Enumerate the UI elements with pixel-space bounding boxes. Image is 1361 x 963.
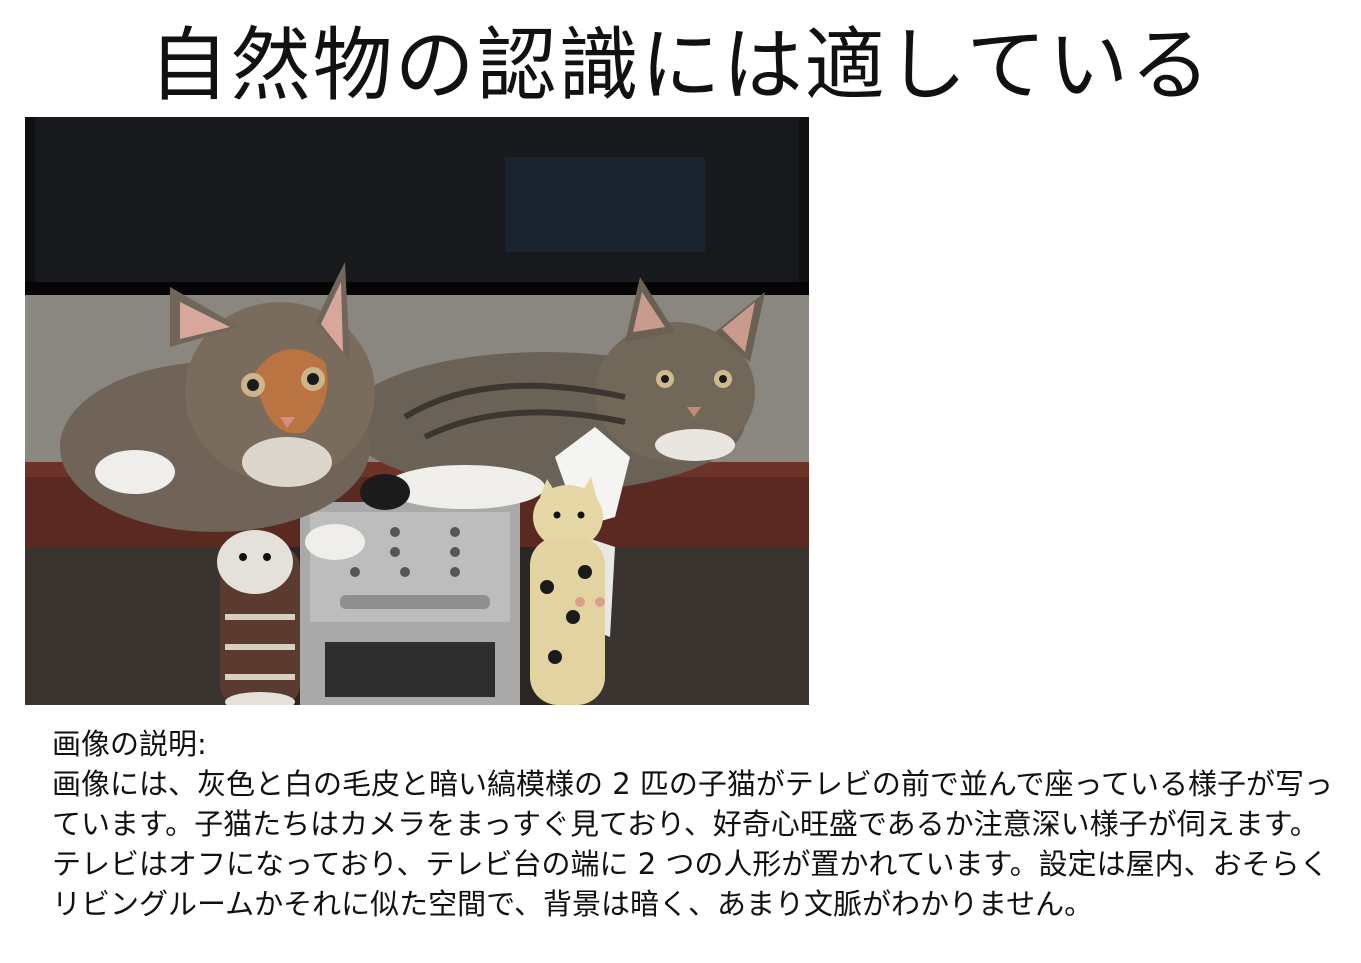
kittens-photo bbox=[25, 117, 809, 705]
description-label: 画像の説明: bbox=[52, 727, 207, 761]
cat-figurine-left-icon bbox=[217, 530, 300, 705]
image-description: 画像の説明: 画像には、灰色と白の毛皮と暗い縞模様の 2 匹の子猫がテレビの前で… bbox=[52, 724, 1342, 924]
tv-icon bbox=[25, 117, 809, 295]
slide-title: 自然物の認識には適している bbox=[148, 19, 1213, 112]
description-text: 画像には、灰色と白の毛皮と暗い縞模様の 2 匹の子猫がテレビの前で並んで座ってい… bbox=[52, 767, 1333, 921]
cat-figurine-right-icon bbox=[530, 477, 605, 705]
